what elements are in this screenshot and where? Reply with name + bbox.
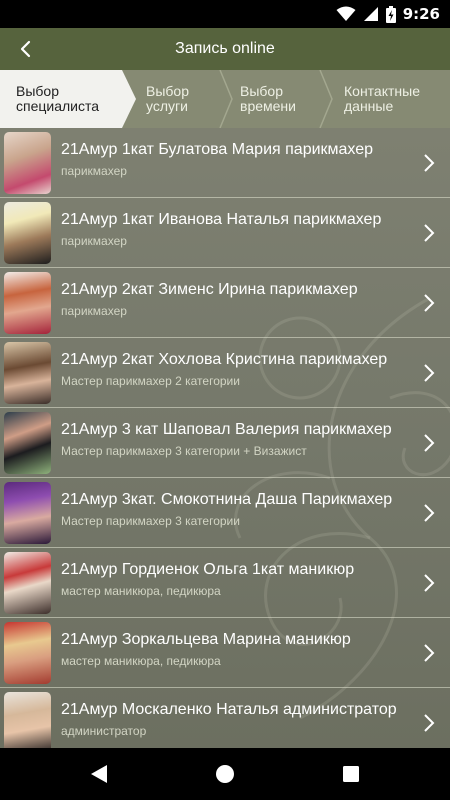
specialist-row[interactable]: 21Амур Гордиенок Ольга 1кат маникюр маст… (0, 548, 450, 618)
avatar (4, 132, 51, 194)
avatar (4, 482, 51, 544)
avatar (4, 692, 51, 748)
specialist-role: Мастер парикмахер 3 категории (61, 514, 240, 528)
battery-icon (385, 5, 396, 23)
avatar (4, 342, 51, 404)
system-nav-bar (0, 748, 450, 800)
chevron-right-icon (424, 294, 435, 312)
chevron-right-icon (424, 434, 435, 452)
specialist-row[interactable]: 21Амур 1кат Булатова Мария парикмахер па… (0, 128, 450, 198)
wifi-icon (336, 6, 356, 21)
specialist-role: мастер маникюра, педикюра (61, 584, 221, 598)
square-recents-icon (343, 766, 359, 782)
triangle-back-icon (91, 765, 107, 783)
avatar (4, 552, 51, 614)
step-contacts[interactable]: Контактные данные (344, 70, 420, 128)
status-icons: 9:26 (336, 0, 440, 28)
chevron-right-icon (424, 224, 435, 242)
specialist-role: парикмахер (61, 164, 127, 178)
status-bar: 9:26 (0, 0, 450, 28)
specialist-list[interactable]: 21Амур 1кат Булатова Мария парикмахер па… (0, 128, 450, 748)
chevron-right-icon (424, 504, 435, 522)
specialist-role: парикмахер (61, 234, 127, 248)
avatar (4, 412, 51, 474)
specialist-row[interactable]: 21Амур Зоркальцева Марина маникюр мастер… (0, 618, 450, 688)
nav-back-button[interactable] (85, 760, 113, 788)
step-separator (319, 70, 333, 128)
status-time: 9:26 (402, 5, 440, 23)
specialist-row[interactable]: 21Амур 3 кат Шаповал Валерия парикмахер … (0, 408, 450, 478)
specialist-role: мастер маникюра, педикюра (61, 654, 221, 668)
step-specialist-label: Выбор специалиста (16, 83, 100, 114)
avatar (4, 202, 51, 264)
specialist-name: 21Амур 3 кат Шаповал Валерия парикмахер (61, 421, 392, 438)
step-service-label: Выбор услуги (146, 83, 189, 114)
nav-home-button[interactable] (211, 760, 239, 788)
specialist-row[interactable]: 21Амур 3кат. Смокотнина Даша Парикмахер … (0, 478, 450, 548)
step-time[interactable]: Выбор времени (240, 70, 296, 128)
specialist-name: 21Амур 2кат Хохлова Кристина парикмахер (61, 351, 388, 368)
specialist-row[interactable]: 21Амур 1кат Иванова Наталья парикмахер п… (0, 198, 450, 268)
step-contacts-label: Контактные данные (344, 83, 420, 114)
chevron-right-icon (424, 364, 435, 382)
step-service[interactable]: Выбор услуги (146, 70, 189, 128)
specialist-role: Мастер парикмахер 3 категории + Визажист (61, 444, 307, 458)
avatar (4, 622, 51, 684)
step-separator (219, 70, 233, 128)
step-specialist[interactable]: Выбор специалиста (0, 70, 136, 128)
specialist-role: администратор (61, 724, 147, 738)
specialist-role: парикмахер (61, 304, 127, 318)
specialist-name: 21Амур 1кат Иванова Наталья парикмахер (61, 211, 382, 228)
chevron-right-icon (424, 644, 435, 662)
chevron-right-icon (424, 154, 435, 172)
specialist-row[interactable]: 21Амур 2кат Зименс Ирина парикмахер пари… (0, 268, 450, 338)
specialist-name: 21Амур Зоркальцева Марина маникюр (61, 631, 351, 648)
avatar (4, 272, 51, 334)
specialist-row[interactable]: 21Амур 2кат Хохлова Кристина парикмахер … (0, 338, 450, 408)
specialist-name: 21Амур 1кат Булатова Мария парикмахер (61, 141, 374, 158)
step-time-label: Выбор времени (240, 83, 296, 114)
specialist-name: 21Амур 2кат Зименс Ирина парикмахер (61, 281, 358, 298)
specialist-name: 21Амур Москаленко Наталья администратор (61, 701, 397, 718)
circle-home-icon (216, 765, 234, 783)
specialist-name: 21Амур 3кат. Смокотнина Даша Парикмахер (61, 491, 393, 508)
nav-recents-button[interactable] (337, 760, 365, 788)
booking-steps: Выбор специалиста Выбор услуги Выбор вре… (0, 70, 450, 128)
signal-icon (363, 7, 378, 21)
chevron-right-icon (424, 714, 435, 732)
specialist-name: 21Амур Гордиенок Ольга 1кат маникюр (61, 561, 355, 578)
specialist-row[interactable]: 21Амур Москаленко Наталья администратор … (0, 688, 450, 748)
chevron-right-icon (424, 574, 435, 592)
specialist-role: Мастер парикмахер 2 категории (61, 374, 240, 388)
app-bar: Запись online (0, 28, 450, 70)
page-title: Запись online (175, 40, 275, 57)
